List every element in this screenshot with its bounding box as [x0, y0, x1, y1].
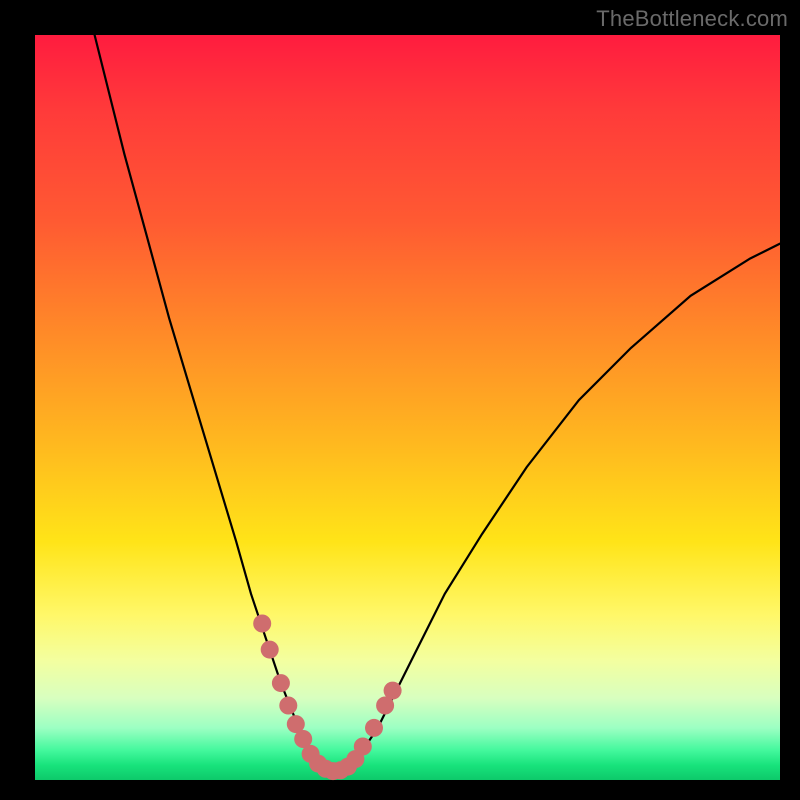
watermark-text: TheBottleneck.com: [596, 6, 788, 32]
bottleneck-curve: [95, 35, 780, 773]
bottleneck-curve-svg: [35, 35, 780, 780]
curve-marker: [279, 697, 297, 715]
curve-markers: [253, 615, 401, 781]
chart-frame: TheBottleneck.com: [0, 0, 800, 800]
plot-area: [35, 35, 780, 780]
curve-marker: [354, 738, 372, 756]
curve-marker: [253, 615, 271, 633]
curve-marker: [261, 641, 279, 659]
curve-marker: [272, 674, 290, 692]
curve-marker: [384, 682, 402, 700]
curve-marker: [365, 719, 383, 737]
